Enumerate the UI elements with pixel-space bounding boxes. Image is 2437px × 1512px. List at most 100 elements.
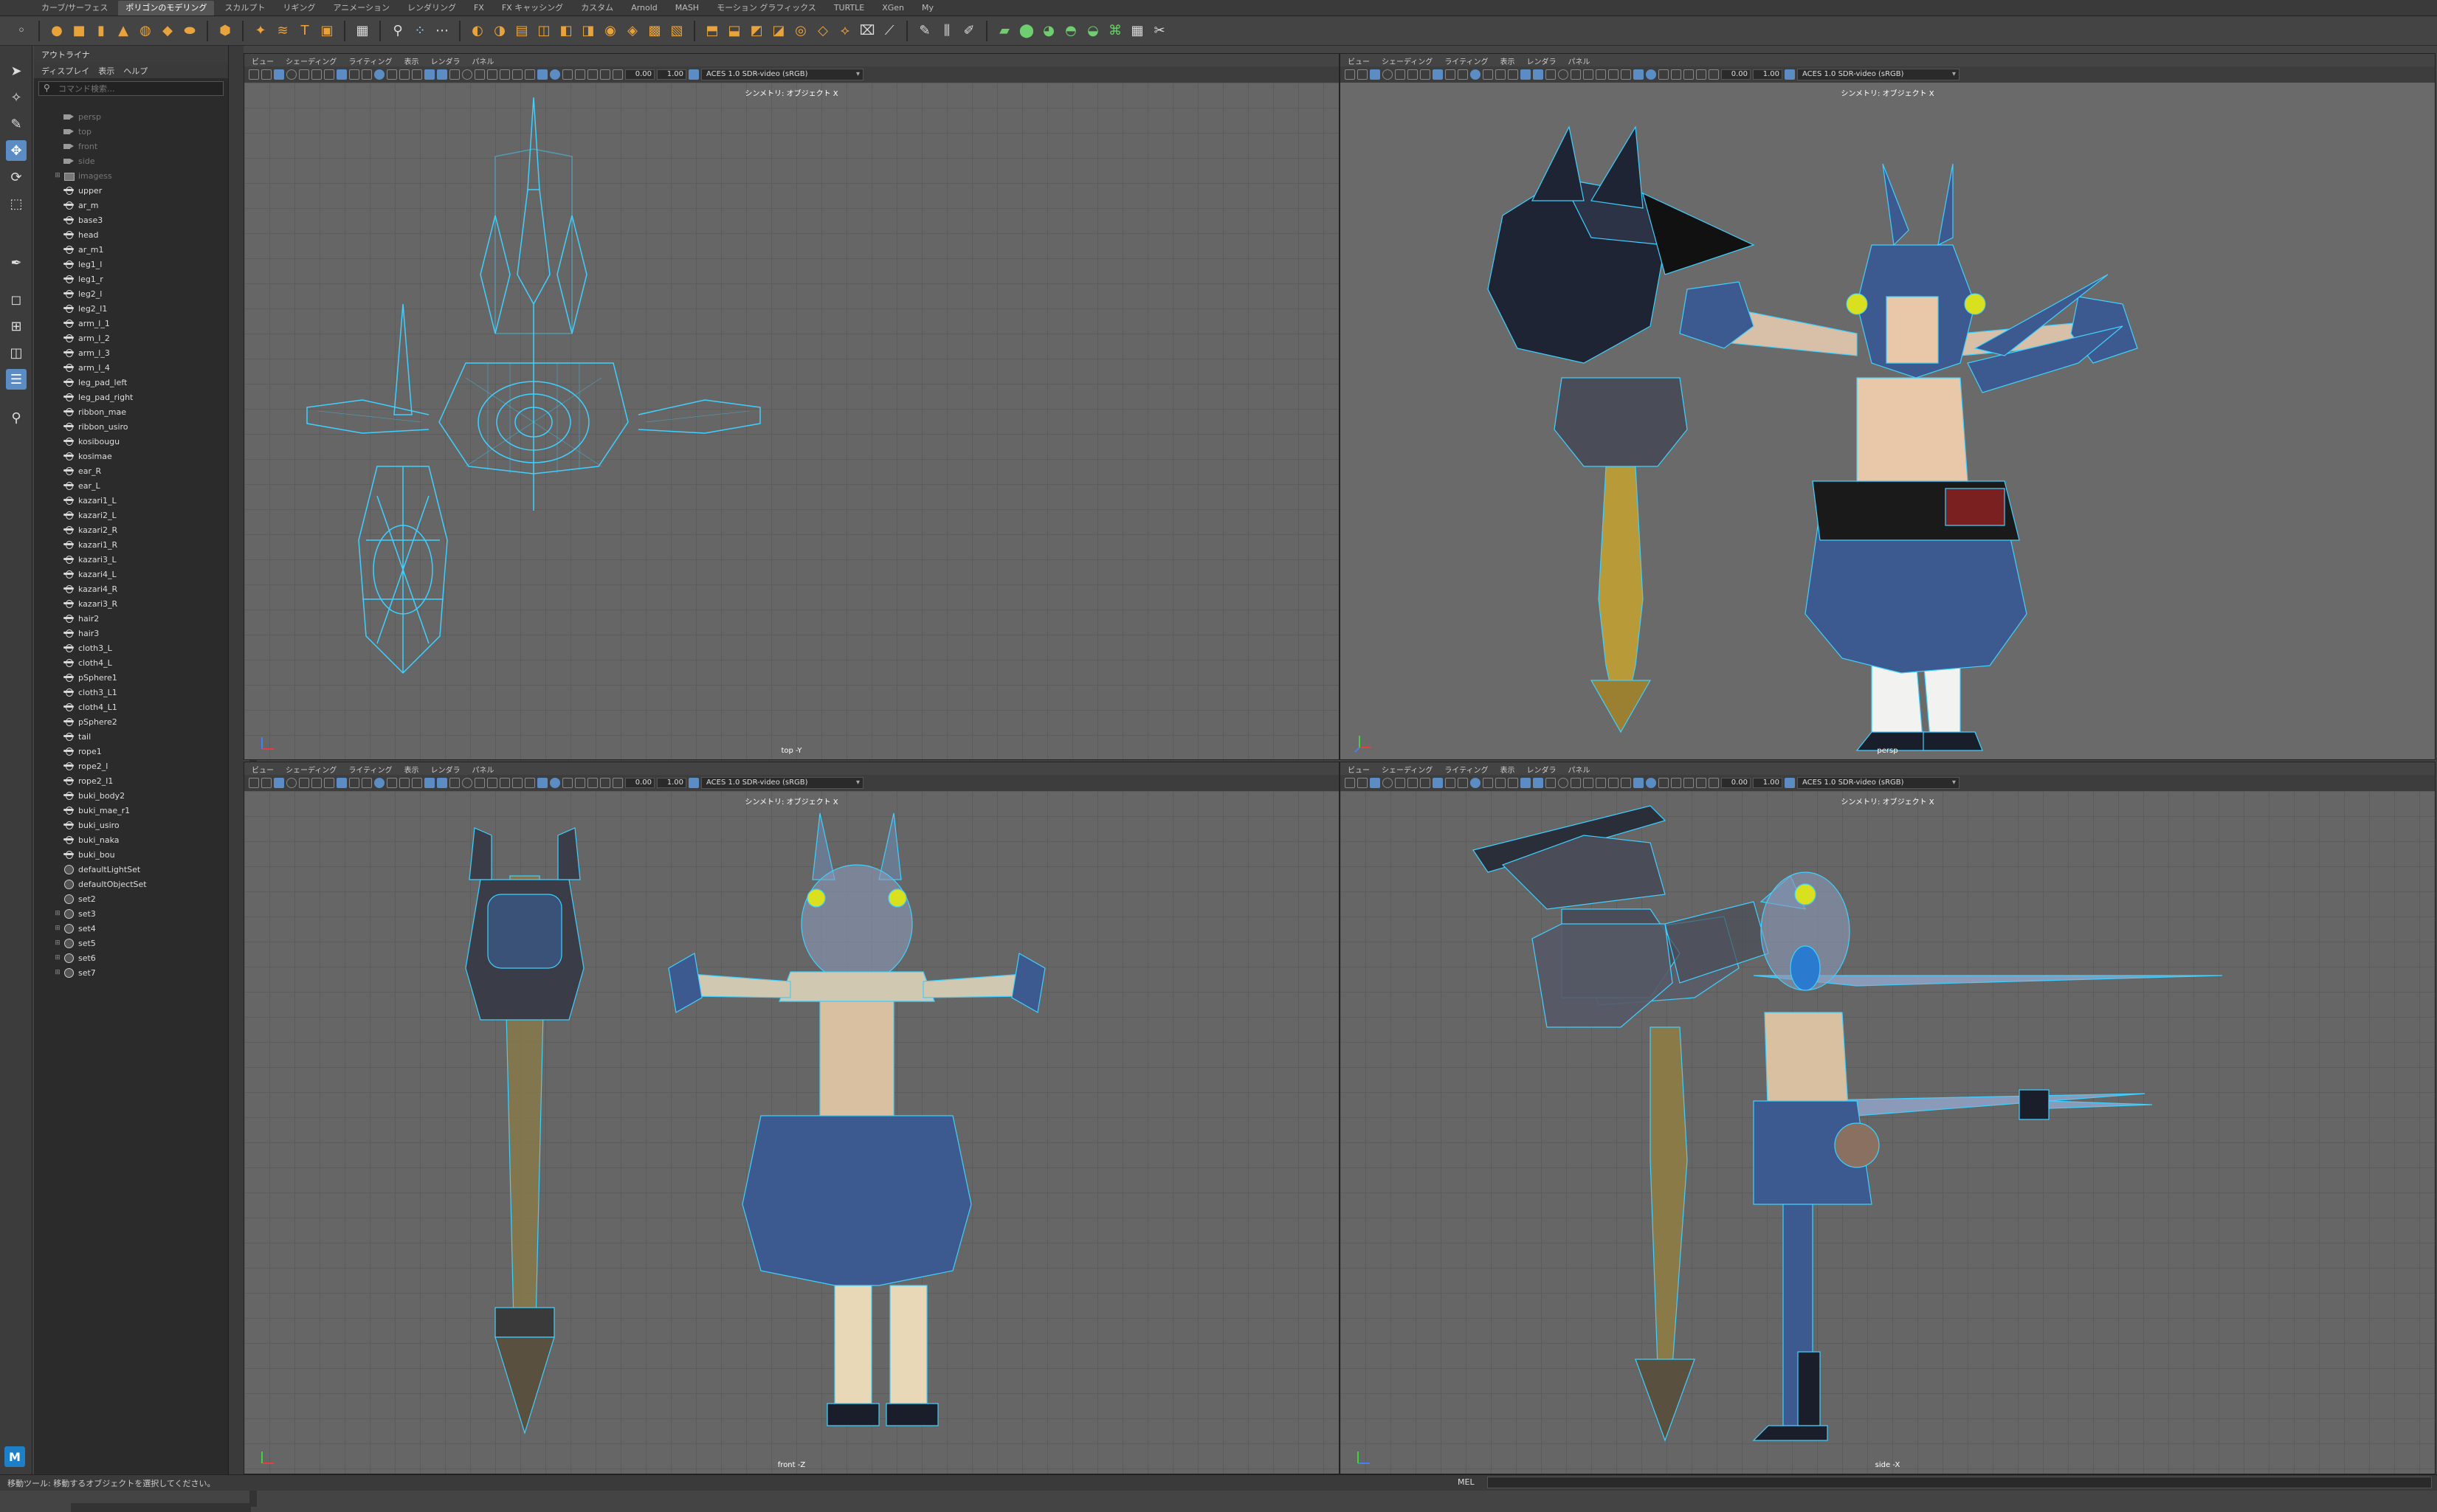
- super-shape-icon[interactable]: ✦: [251, 21, 270, 41]
- gamma-field[interactable]: 1.00: [657, 778, 686, 788]
- outliner-item[interactable]: top: [34, 124, 229, 139]
- outliner-item[interactable]: kazari1_R: [34, 537, 229, 552]
- camera-icon[interactable]: [249, 69, 259, 80]
- shelf-tab[interactable]: カスタム: [573, 1, 621, 15]
- view-transform-select[interactable]: ACES 1.0 SDR-video (sRGB): [1797, 69, 1959, 80]
- snap-points-icon[interactable]: ⁘: [410, 21, 430, 41]
- menu-set-icon[interactable]: ◦: [12, 21, 31, 41]
- viewport-menu-item[interactable]: パネル: [472, 764, 494, 775]
- bookmark-icon[interactable]: [1370, 69, 1380, 80]
- bookmark-icon[interactable]: [1370, 778, 1380, 788]
- move-tool-icon[interactable]: ✥: [6, 140, 27, 161]
- shadows-icon[interactable]: [1545, 778, 1556, 788]
- shelf-tab[interactable]: モーション グラフィックス: [709, 1, 824, 15]
- outliner-item[interactable]: leg_pad_left: [34, 375, 229, 390]
- cam-attr-icon[interactable]: [587, 69, 598, 80]
- mirror-icon[interactable]: ⚲: [388, 21, 407, 41]
- outliner-item[interactable]: defaultObjectSet: [34, 877, 229, 891]
- viewport-menu-item[interactable]: ライティング: [1444, 55, 1488, 66]
- gate-mask-icon[interactable]: [1433, 69, 1443, 80]
- view-transform-select[interactable]: ACES 1.0 SDR-video (sRGB): [701, 69, 864, 80]
- expand-icon[interactable]: ⊞: [53, 969, 62, 976]
- two-view-icon[interactable]: ◫: [6, 342, 27, 363]
- exposure-field[interactable]: 0.00: [1721, 778, 1751, 788]
- rotate-tool-icon[interactable]: ⟳: [6, 167, 27, 187]
- textured-icon[interactable]: [424, 778, 435, 788]
- outliner-item[interactable]: ribbon_mae: [34, 404, 229, 419]
- color-management-icon[interactable]: [689, 69, 699, 80]
- viewport-menu-item[interactable]: レンダラ: [431, 764, 461, 775]
- viewport-menu-item[interactable]: 表示: [1500, 764, 1515, 775]
- four-view-icon[interactable]: ⊞: [6, 316, 27, 336]
- append-icon[interactable]: ◪: [769, 21, 788, 41]
- grease-icon[interactable]: [1671, 69, 1681, 80]
- outliner-hscrollbar[interactable]: [71, 1503, 251, 1512]
- safe-action-icon[interactable]: [1458, 778, 1468, 788]
- color-management-icon[interactable]: [1785, 778, 1795, 788]
- hud-icon[interactable]: [1658, 778, 1669, 788]
- expand-icon[interactable]: ⊞: [53, 939, 62, 947]
- wireframe-icon[interactable]: [1470, 69, 1481, 80]
- outliner-item[interactable]: ar_m: [34, 198, 229, 213]
- outliner-item[interactable]: ear_L: [34, 478, 229, 493]
- flat-shade-icon[interactable]: [1495, 69, 1506, 80]
- aa-icon[interactable]: [487, 778, 497, 788]
- view-transform-select[interactable]: ACES 1.0 SDR-video (sRGB): [701, 777, 864, 789]
- aa-icon[interactable]: [1583, 69, 1593, 80]
- dof-icon[interactable]: [1596, 69, 1606, 80]
- aa-icon[interactable]: [487, 69, 497, 80]
- poly-torus-icon[interactable]: ◍: [136, 21, 155, 41]
- isolate-icon[interactable]: [1608, 69, 1619, 80]
- camera-icon[interactable]: [1345, 778, 1355, 788]
- wireframe-icon[interactable]: [1470, 778, 1481, 788]
- motion-blur-icon[interactable]: [1571, 69, 1581, 80]
- field-chart-icon[interactable]: [1445, 69, 1455, 80]
- combine-icon[interactable]: ◐: [468, 21, 487, 41]
- shelf-tab[interactable]: FX キャッシング: [494, 1, 571, 15]
- outliner-item[interactable]: buki_usiro: [34, 818, 229, 832]
- collapse-icon[interactable]: ⟡: [835, 21, 855, 41]
- view-transform-select[interactable]: ACES 1.0 SDR-video (sRGB): [1797, 777, 1959, 789]
- textured-icon[interactable]: [1520, 778, 1531, 788]
- outliner-item[interactable]: persp: [34, 109, 229, 124]
- outliner-item[interactable]: ⊞ set3: [34, 906, 229, 921]
- camera-icon[interactable]: [249, 778, 259, 788]
- layout-icon[interactable]: [1709, 778, 1719, 788]
- outliner-item[interactable]: kazari4_L: [34, 567, 229, 581]
- gamma-field[interactable]: 1.00: [1753, 778, 1782, 788]
- multicut-tool-icon[interactable]: ✒: [6, 252, 27, 273]
- resolution-gate-icon[interactable]: [324, 778, 334, 788]
- circularize-icon[interactable]: ⌧: [858, 21, 877, 41]
- xray-joints-icon[interactable]: [1633, 778, 1644, 788]
- shadows-icon[interactable]: [449, 69, 460, 80]
- type-tool-icon[interactable]: T: [295, 21, 314, 41]
- image-plane-icon[interactable]: [286, 69, 297, 80]
- outliner-item[interactable]: ⊞ imagess: [34, 168, 229, 183]
- viewport-menu-item[interactable]: ビュー: [1348, 764, 1370, 775]
- ao-icon[interactable]: [1558, 778, 1568, 788]
- outliner-item[interactable]: leg2_l1: [34, 301, 229, 316]
- outliner-layout-icon[interactable]: ☰: [6, 369, 27, 390]
- motion-blur-icon[interactable]: [1571, 778, 1581, 788]
- cam-attr-icon[interactable]: [587, 778, 598, 788]
- outliner-search-input[interactable]: ⚲ コマンド検索...: [38, 81, 224, 96]
- cam-attr-icon[interactable]: [1683, 69, 1694, 80]
- exposure-field[interactable]: 0.00: [625, 69, 655, 80]
- extract-icon[interactable]: ▤: [512, 21, 531, 41]
- lock-icon[interactable]: [1357, 69, 1368, 80]
- fill-hole-icon[interactable]: ◎: [791, 21, 810, 41]
- viewport-menu-item[interactable]: 表示: [1500, 55, 1515, 66]
- field-chart-icon[interactable]: [349, 69, 359, 80]
- merge-icon[interactable]: ◇: [813, 21, 833, 41]
- outliner-item[interactable]: buki_mae_r1: [34, 803, 229, 818]
- xray-joints-icon[interactable]: [1633, 69, 1644, 80]
- outliner-item[interactable]: cloth4_L: [34, 655, 229, 670]
- outliner-menu-item[interactable]: ヘルプ: [123, 65, 148, 76]
- hud-icon[interactable]: [562, 69, 573, 80]
- color-management-icon[interactable]: [689, 778, 699, 788]
- ao-icon[interactable]: [462, 778, 472, 788]
- mel-label[interactable]: MEL: [1458, 1477, 1475, 1487]
- viewport-menu-item[interactable]: ライティング: [1444, 764, 1488, 775]
- platonic-icon[interactable]: ⬢: [216, 21, 235, 41]
- viewport-canvas[interactable]: シンメトリ: オブジェクト X: [1340, 791, 2435, 1474]
